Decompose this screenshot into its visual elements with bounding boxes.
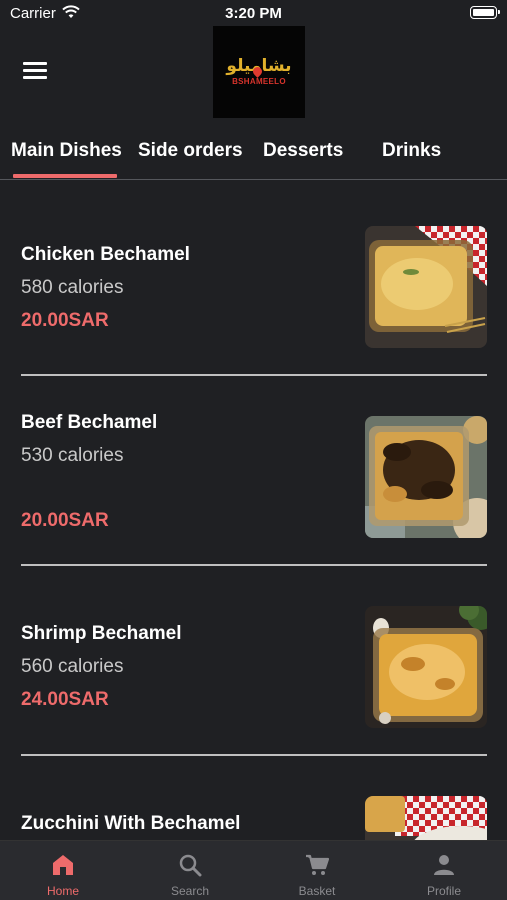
status-bar: Carrier 3:20 PM bbox=[0, 0, 507, 26]
dish-name: Beef Bechamel bbox=[21, 412, 158, 433]
tab-main-dishes[interactable]: Main Dishes bbox=[11, 140, 122, 162]
hamburger-menu-icon[interactable] bbox=[23, 62, 47, 80]
nav-basket[interactable]: Basket bbox=[254, 841, 380, 900]
dish-image-beef-bechamel bbox=[365, 416, 487, 538]
category-tabs: Main Dishes Side orders Desserts Drinks bbox=[0, 138, 507, 180]
bottom-navigation: Home Search Basket Profile bbox=[0, 840, 507, 900]
dish-name: Zucchini With Bechamel bbox=[21, 813, 241, 834]
dish-price: 20.00SAR bbox=[21, 510, 109, 531]
nav-home[interactable]: Home bbox=[0, 841, 126, 900]
dish-calories: 560 calories bbox=[21, 656, 124, 677]
dish-price: 20.00SAR bbox=[21, 310, 109, 331]
battery-icon bbox=[470, 6, 500, 19]
app-header: بشاميلو BSHAMEELO bbox=[0, 26, 507, 118]
nav-search[interactable]: Search bbox=[127, 841, 253, 900]
nav-search-label: Search bbox=[170, 884, 210, 898]
tab-drinks[interactable]: Drinks bbox=[382, 140, 441, 162]
dish-name: Chicken Bechamel bbox=[21, 244, 190, 265]
dish-image-zucchini-with-bechamel bbox=[365, 796, 487, 840]
dish-item-shrimp-bechamel[interactable]: Shrimp Bechamel 560 calories 24.00SAR bbox=[0, 560, 507, 756]
tab-side-orders[interactable]: Side orders bbox=[138, 140, 243, 162]
nav-profile-label: Profile bbox=[426, 884, 461, 898]
dish-image-chicken-bechamel bbox=[365, 226, 487, 348]
tab-desserts[interactable]: Desserts bbox=[263, 140, 343, 162]
home-icon bbox=[53, 855, 73, 875]
dish-item-chicken-bechamel[interactable]: Chicken Bechamel 580 calories 20.00SAR bbox=[0, 180, 507, 376]
search-icon bbox=[179, 854, 202, 877]
dish-item-zucchini-with-bechamel[interactable]: Zucchini With Bechamel bbox=[0, 750, 507, 840]
nav-basket-label: Basket bbox=[298, 884, 336, 898]
nav-home-label: Home bbox=[46, 884, 79, 898]
dish-list: Chicken Bechamel 580 calories 20.00SAR B… bbox=[0, 180, 507, 840]
dish-calories: 580 calories bbox=[21, 277, 124, 298]
dish-name: Shrimp Bechamel bbox=[21, 623, 182, 644]
logo-latin-text: BSHAMEELO bbox=[232, 77, 286, 86]
clock: 3:20 PM bbox=[225, 5, 282, 22]
dish-item-beef-bechamel[interactable]: Beef Bechamel 530 calories 20.00SAR bbox=[0, 370, 507, 566]
cart-icon bbox=[306, 854, 329, 875]
dish-image-shrimp-bechamel bbox=[365, 606, 487, 728]
active-tab-indicator bbox=[13, 174, 117, 178]
brand-logo: بشاميلو BSHAMEELO bbox=[213, 26, 305, 118]
dish-calories: 530 calories bbox=[21, 445, 124, 466]
profile-icon bbox=[434, 855, 454, 875]
nav-profile[interactable]: Profile bbox=[381, 841, 507, 900]
dish-price: 24.00SAR bbox=[21, 689, 109, 710]
